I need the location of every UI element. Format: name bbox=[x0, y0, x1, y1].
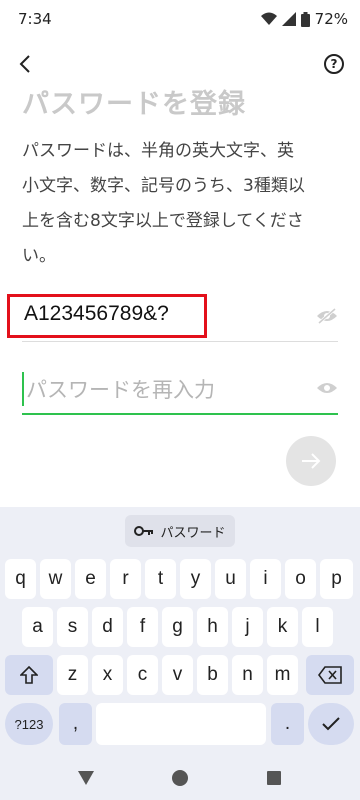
description-line: い。 bbox=[22, 246, 56, 266]
key-g[interactable]: g bbox=[162, 607, 193, 647]
status-icons: 72% bbox=[260, 10, 348, 28]
nav-back-icon[interactable] bbox=[78, 771, 94, 785]
key-z[interactable]: z bbox=[57, 655, 88, 695]
navigation-bar bbox=[0, 761, 360, 800]
key-e[interactable]: e bbox=[75, 559, 106, 599]
key-b[interactable]: b bbox=[197, 655, 228, 695]
arrow-right-icon bbox=[302, 453, 321, 469]
signal-icon bbox=[281, 12, 296, 26]
key-a[interactable]: a bbox=[22, 607, 53, 647]
key-m[interactable]: m bbox=[267, 655, 298, 695]
confirm-password-placeholder[interactable]: パスワードを再入力 bbox=[26, 374, 215, 404]
password-highlight-box bbox=[7, 294, 207, 338]
description-line: 小文字、数字、記号のうち、3種類以 bbox=[22, 176, 305, 196]
key-x[interactable]: x bbox=[92, 655, 123, 695]
text-cursor bbox=[22, 372, 24, 406]
nav-home-icon[interactable] bbox=[172, 770, 188, 786]
key-l[interactable]: l bbox=[302, 607, 333, 647]
battery-icon bbox=[300, 11, 310, 27]
keyboard: パスワード q w e r t y u i o p a s d f g h j … bbox=[0, 507, 360, 761]
back-button[interactable] bbox=[14, 52, 38, 76]
eye-icon[interactable] bbox=[316, 380, 338, 396]
wifi-icon bbox=[260, 12, 277, 25]
key-v[interactable]: v bbox=[162, 655, 193, 695]
key-r[interactable]: r bbox=[110, 559, 141, 599]
nav-recents-icon[interactable] bbox=[267, 771, 281, 785]
shift-key[interactable] bbox=[5, 655, 53, 695]
key-s[interactable]: s bbox=[57, 607, 88, 647]
key-q[interactable]: q bbox=[5, 559, 36, 599]
done-key[interactable] bbox=[308, 703, 354, 745]
eye-off-icon[interactable] bbox=[316, 308, 338, 324]
battery-percent: 72% bbox=[314, 10, 348, 28]
suggestion-label: パスワード bbox=[160, 525, 226, 541]
help-button[interactable]: ? bbox=[324, 54, 344, 74]
shift-icon bbox=[20, 666, 38, 684]
description-line: 上を含む8文字以上で登録してくださ bbox=[22, 211, 304, 231]
backspace-icon bbox=[318, 666, 342, 684]
key-k[interactable]: k bbox=[267, 607, 298, 647]
description-line: パスワードは、半角の英大文字、英 bbox=[22, 141, 294, 161]
key-n[interactable]: n bbox=[232, 655, 263, 695]
chevron-left-icon bbox=[19, 55, 30, 73]
key-j[interactable]: j bbox=[232, 607, 263, 647]
next-button[interactable] bbox=[286, 436, 336, 486]
comma-key[interactable]: , bbox=[59, 703, 92, 745]
key-w[interactable]: w bbox=[40, 559, 71, 599]
key-y[interactable]: y bbox=[180, 559, 211, 599]
password-suggestion-chip[interactable]: パスワード bbox=[125, 515, 235, 547]
description: パスワードは、半角の英大文字、英 小文字、数字、記号のうち、3種類以 上を含む8… bbox=[22, 134, 342, 274]
key-u[interactable]: u bbox=[215, 559, 246, 599]
status-bar: 7:34 72% bbox=[0, 0, 360, 38]
key-f[interactable]: f bbox=[127, 607, 158, 647]
key-i[interactable]: i bbox=[250, 559, 281, 599]
backspace-key[interactable] bbox=[306, 655, 354, 695]
page-title: パスワードを登録 bbox=[22, 89, 246, 120]
symbols-key[interactable]: ?123 bbox=[5, 703, 53, 745]
check-icon bbox=[322, 717, 340, 731]
key-c[interactable]: c bbox=[127, 655, 158, 695]
key-p[interactable]: p bbox=[320, 559, 353, 599]
period-key[interactable]: . bbox=[271, 703, 304, 745]
key-d[interactable]: d bbox=[92, 607, 123, 647]
key-icon bbox=[134, 526, 154, 536]
key-h[interactable]: h bbox=[197, 607, 228, 647]
status-time: 7:34 bbox=[18, 10, 52, 28]
key-o[interactable]: o bbox=[285, 559, 316, 599]
key-t[interactable]: t bbox=[145, 559, 176, 599]
space-key[interactable] bbox=[96, 703, 266, 745]
